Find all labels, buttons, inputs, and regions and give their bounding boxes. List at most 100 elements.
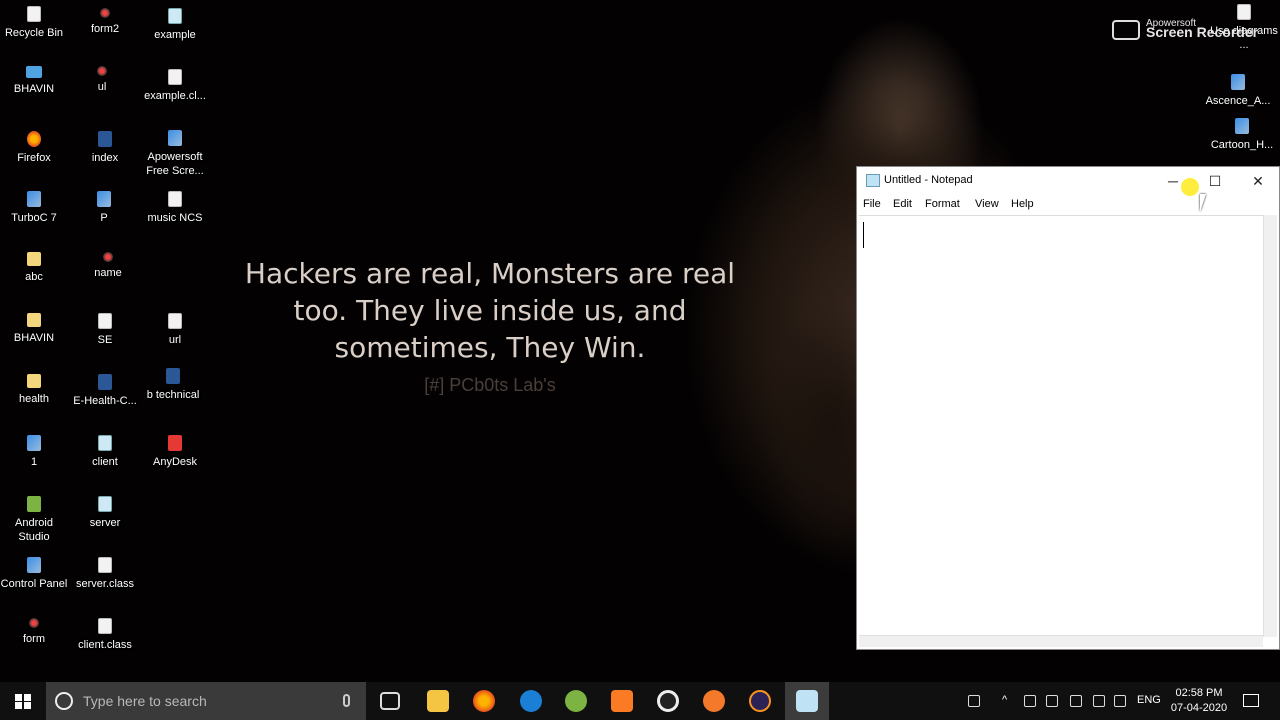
web-page-icon	[29, 618, 39, 628]
desktop-icon-client[interactable]: client	[69, 435, 141, 469]
web-page-icon	[103, 252, 113, 262]
quote-line-3: sometimes, They Win.	[334, 331, 646, 364]
web-page-icon	[97, 66, 107, 76]
maximize-button[interactable]: ☐	[1193, 169, 1237, 193]
desktop-icon-firefox[interactable]: Firefox	[0, 131, 70, 165]
desktop-icon-example-class[interactable]: example.cl...	[139, 69, 211, 103]
desktop-icon-bhavin-pc[interactable]: BHAVIN	[0, 66, 70, 96]
text-editor-area[interactable]	[859, 215, 1263, 637]
notepad-title-bar[interactable]: Untitled - Notepad ─ ☐ ✕	[857, 167, 1279, 195]
desktop-icon-e-health[interactable]: E-Health-C...	[69, 374, 141, 408]
show-hidden-icons[interactable]: ^	[1002, 694, 1007, 720]
control-panel-icon	[27, 557, 41, 573]
notepad-file-icon	[98, 496, 112, 512]
desktop-icon-form2[interactable]: form2	[69, 8, 141, 36]
android-studio-taskbar-icon[interactable]	[565, 690, 587, 712]
folder-icon	[27, 374, 41, 388]
menu-edit[interactable]: Edit	[893, 198, 912, 210]
menu-bar: File Edit Format View Help	[857, 195, 1279, 215]
desktop-icon-example[interactable]: example	[139, 8, 211, 42]
android-studio-icon	[27, 496, 41, 512]
task-view-icon[interactable]	[380, 692, 400, 710]
monitor-icon	[26, 66, 42, 78]
desktop-icon-form[interactable]: form	[0, 618, 70, 646]
close-button[interactable]: ✕	[1236, 169, 1280, 193]
desktop-icon-client-class[interactable]: client.class	[69, 618, 141, 652]
desktop-icon-server[interactable]: server	[69, 496, 141, 530]
web-page-icon	[100, 8, 110, 18]
camera-icon	[1112, 20, 1140, 40]
word-doc-icon	[98, 131, 112, 147]
desktop-icon-ascence[interactable]: Ascence_A...	[1202, 74, 1274, 108]
desktop-icon-server-class[interactable]: server.class	[69, 557, 141, 591]
folder-icon	[27, 313, 41, 327]
notepad-file-icon	[168, 8, 182, 24]
document-icon	[1237, 4, 1251, 20]
menu-file[interactable]: File	[863, 198, 881, 210]
clock[interactable]: 02:58 PM 07-04-2020	[1166, 686, 1232, 716]
cortana-icon	[55, 692, 73, 710]
document-icon	[168, 191, 182, 207]
desktop-icon-url[interactable]: url	[139, 313, 211, 347]
desktop-icon-control-panel[interactable]: Control Panel	[0, 557, 70, 591]
battery-icon[interactable]	[1070, 695, 1082, 707]
input-language[interactable]: ENG	[1137, 694, 1161, 706]
document-icon	[98, 557, 112, 573]
desktop-icon-ul[interactable]: ul	[66, 66, 138, 94]
volume-icon[interactable]	[1114, 695, 1126, 707]
wifi-icon[interactable]	[1093, 695, 1105, 707]
mouse-pointer-icon	[1200, 194, 1212, 212]
word-doc-icon	[98, 374, 112, 390]
chrome-file-icon	[1235, 118, 1249, 134]
eclipse-icon[interactable]	[749, 690, 771, 712]
tray-app-icon[interactable]	[1024, 695, 1036, 707]
photoshop-icon	[97, 191, 111, 207]
desktop-icon-1[interactable]: 1	[0, 435, 70, 469]
document-icon	[98, 313, 112, 329]
edge-icon[interactable]	[520, 690, 542, 712]
desktop-icon-se[interactable]: SE	[69, 313, 141, 347]
notepad-icon	[866, 174, 880, 187]
window-title: Untitled - Notepad	[884, 174, 973, 186]
notepad-window[interactable]: Untitled - Notepad ─ ☐ ✕ File Edit Forma…	[856, 166, 1280, 650]
clock-date: 07-04-2020	[1170, 702, 1228, 714]
microphone-icon[interactable]	[343, 694, 350, 707]
firefox-taskbar-icon[interactable]	[473, 690, 495, 712]
taskbar-search[interactable]: Type here to search	[46, 682, 366, 720]
desktop-icon-bhavin-folder[interactable]: BHAVIN	[0, 313, 70, 345]
desktop-icon-index[interactable]: index	[69, 131, 141, 165]
xampp-icon[interactable]	[611, 690, 633, 712]
vertical-scrollbar[interactable]	[1263, 215, 1277, 637]
notepad-taskbar-icon[interactable]	[796, 690, 818, 712]
clock-time: 02:58 PM	[1175, 687, 1223, 699]
blender-icon[interactable]	[703, 690, 725, 712]
windows-logo-icon	[15, 694, 31, 709]
desktop-icon-b-technical[interactable]: b technical	[137, 368, 209, 402]
desktop-icon-music-ncs[interactable]: music NCS	[139, 191, 211, 225]
desktop-icon-abc[interactable]: abc	[0, 252, 70, 284]
text-caret	[863, 222, 864, 248]
desktop-icon-apowersoft[interactable]: Apowersoft Free Scre...	[139, 130, 211, 178]
desktop-icon-recycle-bin[interactable]: Recycle Bin	[0, 6, 70, 40]
quote-line-1: Hackers are real, Monsters are real	[244, 257, 736, 290]
taskbar: Type here to search ^ ENG 02:58 PM 07-04…	[0, 682, 1280, 720]
desktop-icon-anydesk[interactable]: AnyDesk	[139, 435, 211, 469]
tray-network-icon[interactable]	[1046, 695, 1058, 707]
desktop-icon-cartoon[interactable]: Cartoon_H...	[1206, 118, 1278, 152]
desktop-icon-health[interactable]: health	[0, 374, 70, 406]
obs-icon[interactable]	[657, 690, 679, 712]
watermark-line-2: Screen Recorder	[1146, 24, 1259, 40]
action-center-icon[interactable]	[1243, 694, 1259, 707]
notepad-file-icon	[98, 435, 112, 451]
menu-view[interactable]: View	[975, 198, 999, 210]
desktop-icon-p[interactable]: P	[68, 191, 140, 225]
start-button[interactable]	[0, 682, 46, 720]
desktop-icon-android-studio[interactable]: Android Studio	[0, 496, 70, 544]
people-icon[interactable]	[968, 695, 980, 707]
menu-help[interactable]: Help	[1011, 198, 1034, 210]
horizontal-scrollbar[interactable]	[859, 635, 1263, 647]
file-explorer-icon[interactable]	[427, 690, 449, 712]
menu-format[interactable]: Format	[925, 198, 960, 210]
desktop-icon-turboc[interactable]: TurboC 7	[0, 191, 70, 225]
desktop-icon-name[interactable]: name	[72, 252, 144, 280]
